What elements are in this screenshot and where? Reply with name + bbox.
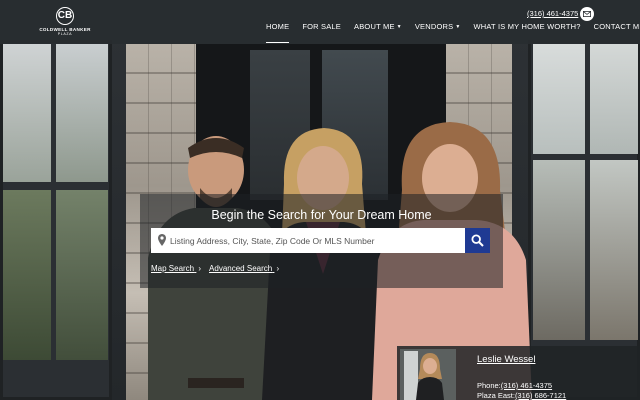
brand-logo[interactable]: CB COLDWELL BANKER PLAZA <box>38 7 92 39</box>
agent-card: Leslie Wessel Phone:(316) 461-4375 Plaza… <box>397 346 640 400</box>
search-panel: Begin the Search for Your Dream Home Map… <box>140 194 503 288</box>
location-pin-icon <box>158 234 166 246</box>
caret-down-icon: ▼ <box>455 24 461 30</box>
nav-contact-me[interactable]: CONTACT ME <box>594 22 640 36</box>
advanced-search-label: Advanced Search <box>209 264 273 273</box>
mail-icon <box>583 11 591 17</box>
nav-for-sale[interactable]: FOR SALE <box>302 22 341 36</box>
nav-for-sale-label: FOR SALE <box>302 22 342 31</box>
caret-down-icon: ▼ <box>396 24 402 30</box>
search-title: Begin the Search for Your Dream Home <box>211 208 432 222</box>
nav-about-me[interactable]: ABOUT ME ▼ <box>354 22 402 36</box>
search-icon <box>471 234 484 247</box>
chevron-right-icon: › <box>198 264 202 273</box>
nav-about-me-label: ABOUT ME <box>354 22 395 31</box>
advanced-search-link[interactable]: Advanced Search › <box>209 264 279 273</box>
agent-phone-label: Phone: <box>477 381 501 390</box>
nav-home-worth-label: WHAT IS MY HOME WORTH? <box>473 22 581 31</box>
agent-office-link[interactable]: (316) 686-7121 <box>515 391 566 400</box>
agent-photo <box>400 349 456 400</box>
search-button[interactable] <box>465 228 490 253</box>
nav-contact-me-label: CONTACT ME <box>593 22 640 31</box>
logo-mark: CB <box>56 7 74 25</box>
search-bar <box>151 228 490 253</box>
agent-phone-line: Phone:(316) 461-4375 <box>477 381 552 390</box>
mail-button[interactable] <box>580 7 594 21</box>
map-search-link[interactable]: Map Search › <box>151 264 201 273</box>
search-input[interactable] <box>170 228 460 253</box>
agent-phone-link[interactable]: (316) 461-4375 <box>501 381 552 390</box>
main-nav: HOME FOR SALE ABOUT ME ▼ VENDORS ▼ WHAT IS… <box>266 22 640 43</box>
agent-office-line: Plaza East:(316) 686-7121 <box>477 391 566 400</box>
site-header: CB COLDWELL BANKER PLAZA (316) 461-4375 … <box>0 0 640 44</box>
agent-office-label: Plaza East: <box>477 391 515 400</box>
nav-vendors-label: VENDORS <box>414 22 454 31</box>
search-links: Map Search › Advanced Search › <box>151 264 287 273</box>
nav-home-worth[interactable]: WHAT IS MY HOME WORTH? <box>473 22 580 36</box>
nav-vendors[interactable]: VENDORS ▼ <box>415 22 461 36</box>
nav-home[interactable]: HOME <box>266 22 290 43</box>
header-phone-link[interactable]: (316) 461-4375 <box>527 9 578 18</box>
logo-sub: PLAZA <box>57 32 73 36</box>
agent-name-link[interactable]: Leslie Wessel <box>477 354 535 365</box>
chevron-right-icon: › <box>276 264 280 273</box>
map-search-label: Map Search <box>151 264 195 273</box>
nav-home-label: HOME <box>266 22 290 31</box>
